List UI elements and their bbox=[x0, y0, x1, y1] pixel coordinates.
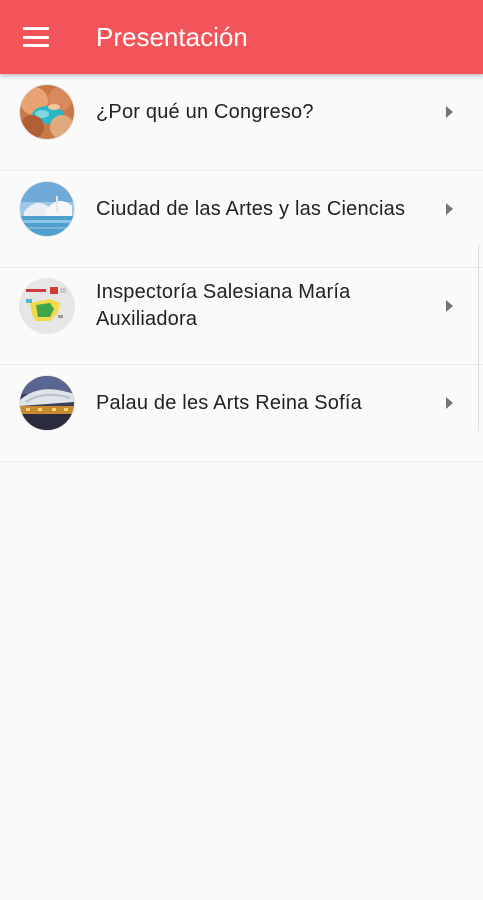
list-item-label: ¿Por qué un Congreso? bbox=[96, 100, 314, 123]
list-item-palau-arts[interactable]: Palau de les Arts Reina Sofía bbox=[0, 365, 483, 462]
hands-photo-thumbnail bbox=[20, 85, 74, 139]
chevron-right-icon bbox=[446, 300, 453, 312]
list-item-ciudad-artes-ciencias[interactable]: Ciudad de las Artes y las Ciencias bbox=[0, 171, 483, 268]
chevron-right-icon bbox=[446, 106, 453, 118]
list-item-inspectoria-salesiana[interactable]: Inspectoría Salesiana María Auxiliadora bbox=[0, 268, 483, 365]
edge-scroll-indicator bbox=[478, 244, 483, 432]
presentation-list: ¿Por qué un Congreso? Ciudad de las Arte… bbox=[0, 74, 483, 462]
chevron-right-icon bbox=[446, 203, 453, 215]
palau-arts-thumbnail bbox=[20, 376, 74, 430]
list-item-label: Inspectoría Salesiana María Auxiliadora bbox=[96, 281, 351, 330]
list-item-por-que-congreso[interactable]: ¿Por qué un Congreso? bbox=[0, 74, 483, 171]
spain-map-logo-thumbnail bbox=[20, 279, 74, 333]
city-arts-sciences-thumbnail bbox=[20, 182, 74, 236]
menu-button[interactable] bbox=[14, 15, 58, 59]
menu-icon bbox=[23, 27, 49, 47]
chevron-right-icon bbox=[446, 397, 453, 409]
list-item-label: Ciudad de las Artes y las Ciencias bbox=[96, 197, 406, 220]
app-bar: Presentación bbox=[0, 0, 483, 74]
page-title: Presentación bbox=[96, 22, 248, 52]
list-item-label: Palau de les Arts Reina Sofía bbox=[96, 391, 362, 414]
